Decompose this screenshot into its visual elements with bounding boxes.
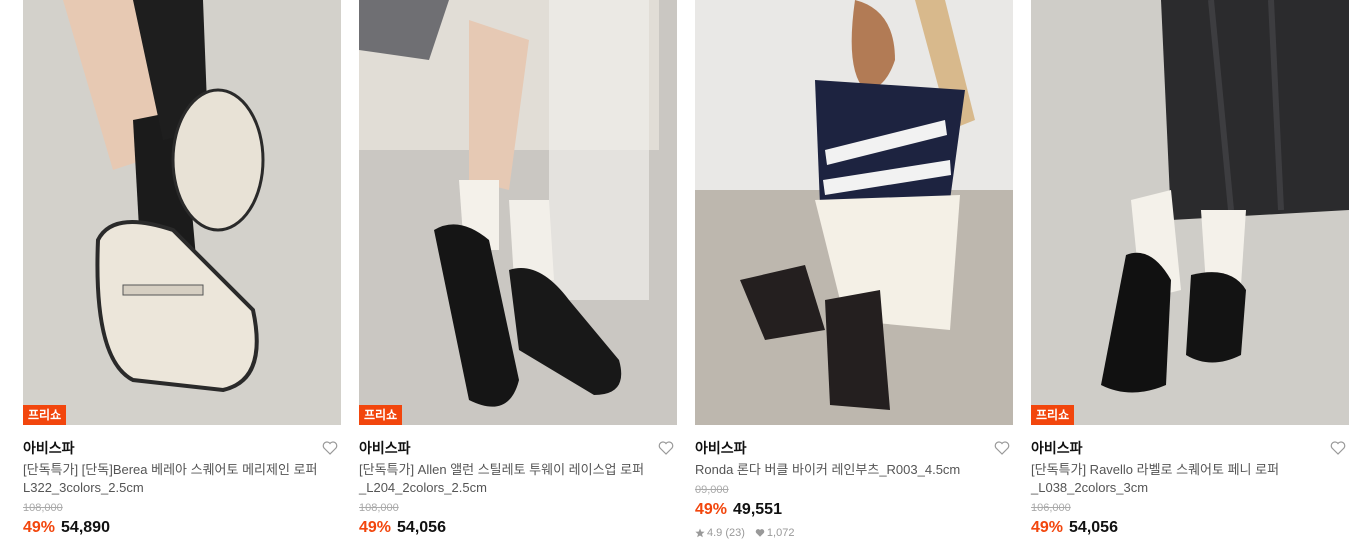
product-image[interactable]	[695, 0, 1013, 425]
product-card[interactable]: 프리쇼 아비스파 [단독특가] [단독]Berea 베레아 스퀘어토 메리제인 …	[23, 0, 341, 538]
heart-icon[interactable]	[1329, 439, 1347, 457]
product-image[interactable]: 프리쇼	[1031, 0, 1349, 425]
sale-price: 49,551	[733, 501, 782, 518]
product-image[interactable]: 프리쇼	[23, 0, 341, 425]
heart-icon[interactable]	[657, 439, 675, 457]
sale-price: 54,056	[397, 519, 446, 536]
sale-price: 54,890	[61, 519, 110, 536]
brand-name[interactable]: 아비스파	[359, 440, 411, 456]
penny-loafer-photo	[1031, 0, 1349, 425]
product-title[interactable]: [단독특가] [단독]Berea 베레아 스퀘어토 메리제인 로퍼 L322_3…	[23, 461, 323, 497]
product-title-line: [단독특가] [단독]Berea 베레아 스퀘어토 메리제인 로퍼	[23, 462, 318, 477]
heart-count-icon	[755, 529, 765, 537]
original-price: 106,000	[1031, 502, 1071, 514]
heart-icon[interactable]	[993, 439, 1011, 457]
original-price: 09,000	[695, 484, 729, 496]
original-price: 108,000	[359, 502, 399, 514]
product-title[interactable]: [단독특가] Ravello 라벨로 스퀘어토 페니 로퍼 _L038_2col…	[1031, 461, 1331, 497]
product-title-line: _L038_2colors_3cm	[1031, 480, 1149, 495]
review-meta: 4.9 (23) 1,072	[695, 526, 1013, 540]
discount-rate: 49%	[359, 519, 392, 536]
price-row: 49% 49,551	[695, 500, 1013, 520]
brand-name[interactable]: 아비스파	[1031, 440, 1083, 456]
preshow-badge: 프리쇼	[1031, 405, 1075, 425]
price-row: 49% 54,056	[1031, 518, 1349, 538]
original-price: 108,000	[23, 502, 63, 514]
heart-icon[interactable]	[321, 439, 339, 457]
preshow-badge: 프리쇼	[23, 405, 67, 425]
product-image[interactable]: 프리쇼	[359, 0, 677, 425]
brand-name[interactable]: 아비스파	[695, 440, 747, 456]
price-row: 49% 54,056	[359, 518, 677, 538]
product-title-line: L322_3colors_2.5cm	[23, 480, 144, 495]
rating-text: 4.9 (23)	[707, 527, 745, 539]
brand-name[interactable]: 아비스파	[23, 440, 75, 456]
product-title-line: _L204_2colors_2.5cm	[359, 480, 487, 495]
product-title[interactable]: [단독특가] Allen 앨런 스틸레토 투웨이 레이스업 로퍼 _L204_2…	[359, 461, 659, 497]
discount-rate: 49%	[695, 501, 728, 518]
discount-rate: 49%	[1031, 519, 1064, 536]
product-card[interactable]: 프리쇼 아비스파 [단독특가] Allen 앨런 스틸레토 투웨이 레이스업 로…	[359, 0, 677, 538]
product-title[interactable]: Ronda 론다 버클 바이커 레인부츠_R003_4.5cm	[695, 461, 995, 479]
product-title-line: Ronda 론다 버클 바이커 레인부츠_R003_4.5cm	[695, 462, 961, 477]
price-row: 49% 54,890	[23, 518, 341, 538]
like-count: 1,072	[766, 527, 795, 539]
star-icon	[695, 528, 705, 538]
biker-rain-boots-photo	[695, 0, 1013, 425]
mary-jane-loafer-photo	[23, 0, 341, 425]
preshow-badge: 프리쇼	[359, 405, 403, 425]
lace-up-loafer-photo	[359, 0, 677, 425]
sale-price: 54,056	[1069, 519, 1118, 536]
product-card[interactable]: 아비스파 Ronda 론다 버클 바이커 레인부츠_R003_4.5cm 09,…	[695, 0, 1013, 540]
discount-rate: 49%	[23, 519, 56, 536]
product-title-line: [단독특가] Ravello 라벨로 스퀘어토 페니 로퍼	[1031, 462, 1280, 477]
product-title-line: [단독특가] Allen 앨런 스틸레토 투웨이 레이스업 로퍼	[359, 462, 645, 477]
product-card[interactable]: 프리쇼 아비스파 [단독특가] Ravello 라벨로 스퀘어토 페니 로퍼 _…	[1031, 0, 1349, 538]
